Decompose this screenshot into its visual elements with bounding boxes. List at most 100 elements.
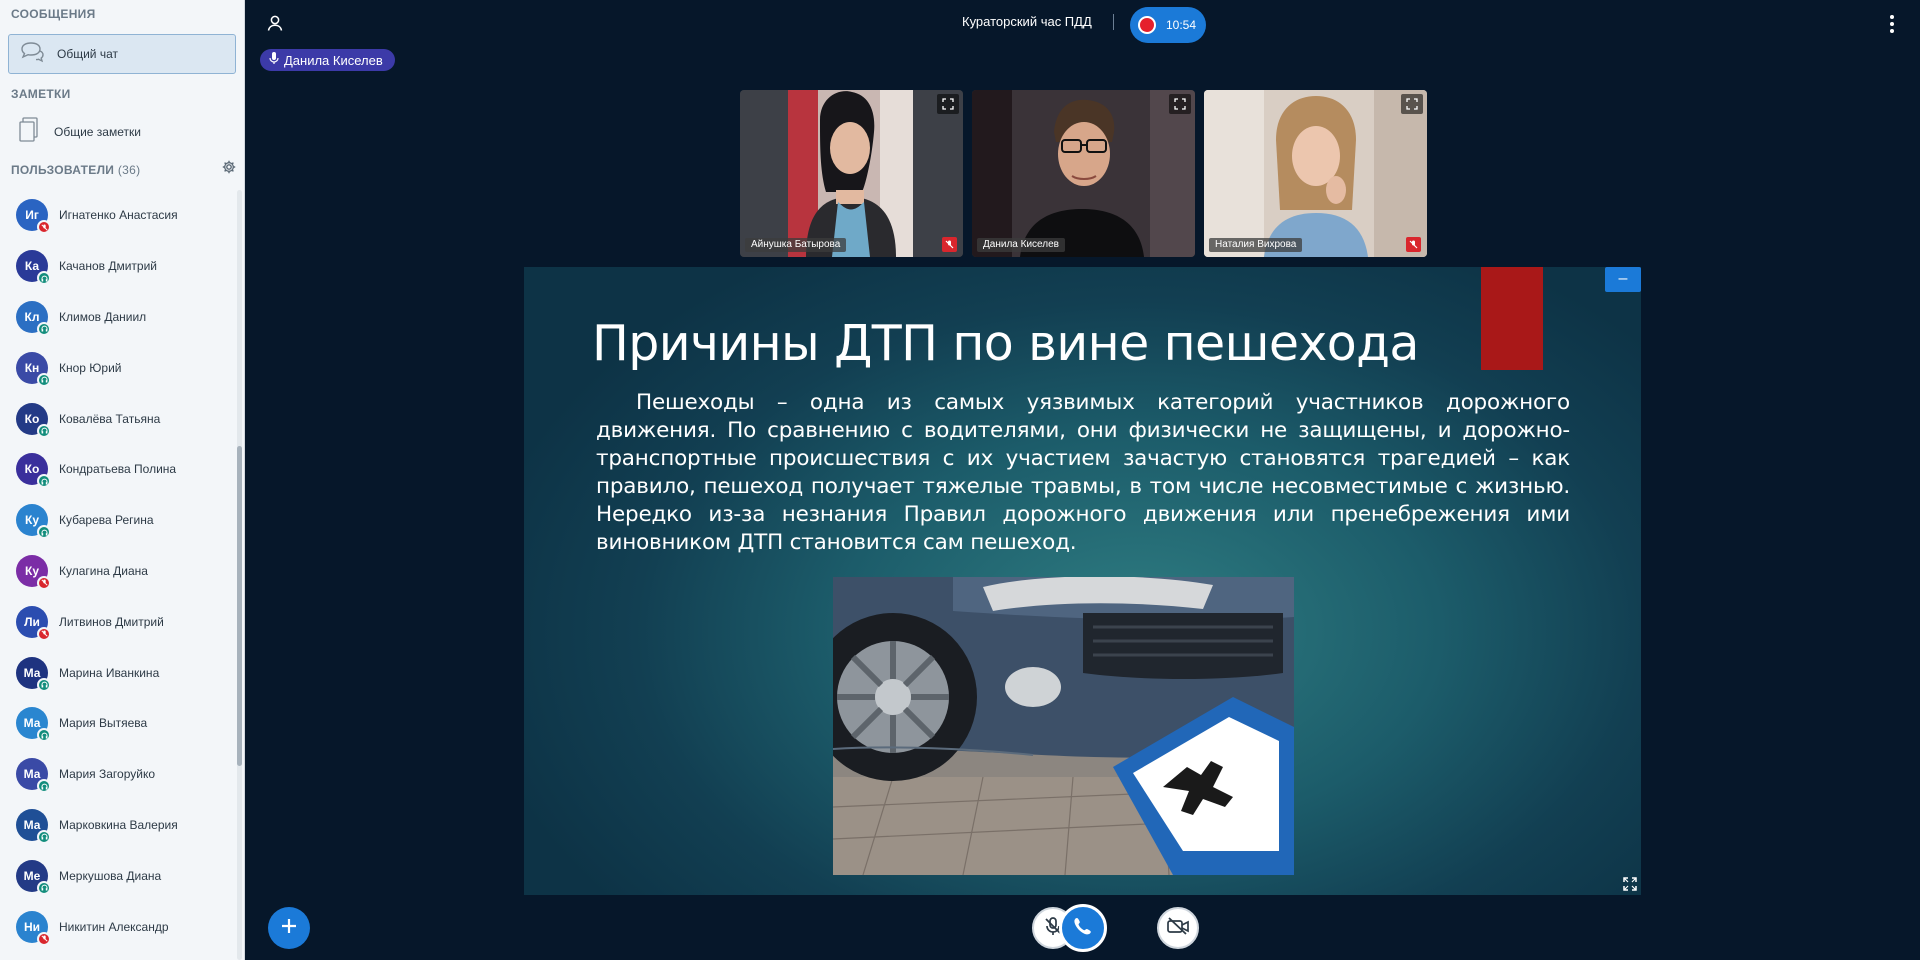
presentation-slide: Причины ДТП по вине пешехода Пешеходы – … [524, 267, 1641, 895]
user-list-item[interactable]: Ни Никитин Александр [0, 901, 237, 952]
users-section-header: ПОЛЬЗОВАТЕЛИ (36) [0, 156, 244, 184]
user-name: Игнатенко Анастасия [59, 208, 178, 223]
talking-user-name: Данила Киселев [284, 52, 383, 68]
user-list: Иг Игнатенко Анастасия Ка Качанов Дмитрий Кл… [0, 190, 237, 952]
user-avatar: Ку [16, 554, 51, 590]
user-avatar: Иг [16, 199, 51, 235]
user-name: Качанов Дмитрий [59, 259, 157, 274]
notes-document-icon [18, 116, 40, 148]
video-feed [1204, 90, 1427, 257]
expand-icon[interactable] [937, 94, 959, 114]
camera-off-icon [1166, 916, 1190, 941]
headphones-icon [37, 423, 51, 438]
video-user-name[interactable]: Данила Киселев [977, 238, 1065, 252]
user-avatar: Ни [16, 910, 51, 946]
slide-title: Причины ДТП по вине пешехода [592, 315, 1419, 372]
minimize-presentation-button[interactable]: – [1605, 267, 1641, 292]
chat-bubble-icon [19, 41, 45, 68]
public-chat-label: Общий чат [57, 47, 118, 61]
user-name: Кулагина Диана [59, 563, 148, 578]
user-name: Кубарева Регина [59, 513, 154, 528]
more-options-icon[interactable] [1889, 14, 1895, 39]
video-tile[interactable]: Данила Киселев [972, 90, 1195, 257]
title-separator [1113, 14, 1114, 30]
shared-notes-label: Общие заметки [54, 125, 141, 139]
user-list-scrollbar[interactable] [237, 190, 242, 960]
user-list-item[interactable]: Иг Игнатенко Анастасия [0, 190, 237, 241]
expand-icon[interactable] [1169, 94, 1191, 114]
user-avatar: Ко [16, 402, 51, 438]
recording-time: 10:54 [1166, 18, 1197, 32]
scrollbar-thumb[interactable] [237, 446, 242, 766]
slide-photo-car-accident [833, 577, 1294, 875]
user-avatar: Ли [16, 605, 51, 641]
share-webcam-button[interactable] [1157, 907, 1199, 949]
user-toggle-icon[interactable] [266, 14, 284, 37]
actions-button[interactable] [268, 907, 310, 949]
video-feed [972, 90, 1195, 257]
video-user-name[interactable]: Наталия Вихрова [1209, 238, 1303, 252]
user-list-item[interactable]: Ку Кубарева Регина [0, 495, 237, 546]
user-name: Кнор Юрий [59, 360, 122, 375]
user-name: Литвинов Дмитрий [59, 614, 164, 629]
user-avatar: Ку [16, 504, 51, 540]
user-name: Кондратьева Полина [59, 462, 177, 477]
user-list-item[interactable]: Ме Меркушова Диана [0, 850, 237, 901]
user-avatar: Кл [16, 300, 51, 336]
public-chat-item[interactable]: Общий чат [8, 34, 236, 74]
video-user-name[interactable]: Айнушка Батырова [745, 238, 847, 252]
muted-mic-icon [37, 575, 51, 590]
recording-indicator[interactable]: 10:54 [1130, 7, 1206, 43]
slide-body-text: Пешеходы – одна из самых уязвимых катего… [596, 390, 1570, 555]
user-name: Ковалёва Татьяна [59, 411, 161, 426]
user-list-item[interactable]: Ма Мария Загоруйко [0, 749, 237, 800]
user-list-item[interactable]: Ма Марковкина Валерия [0, 800, 237, 851]
muted-mic-icon [37, 626, 51, 641]
user-avatar: Ка [16, 250, 51, 286]
talking-indicator[interactable]: Данила Киселев [260, 49, 395, 71]
user-name: Климов Даниил [59, 309, 147, 324]
video-tile[interactable]: Наталия Вихрова [1204, 90, 1427, 257]
user-avatar: Кн [16, 351, 51, 387]
headphones-icon [37, 372, 51, 387]
headphones-icon [37, 677, 51, 692]
user-avatar: Ко [16, 453, 51, 489]
leave-audio-button[interactable] [1059, 904, 1107, 952]
user-list-item[interactable]: Ли Литвинов Дмитрий [0, 596, 237, 647]
user-list-item[interactable]: Ка Качанов Дмитрий [0, 241, 237, 292]
user-list-item[interactable]: Ку Кулагина Диана [0, 546, 237, 597]
video-feed [740, 90, 963, 257]
user-list-item[interactable]: Кн Кнор Юрий [0, 342, 237, 393]
headphones-icon [37, 880, 51, 895]
users-title: ПОЛЬЗОВАТЕЛИ (36) [11, 163, 141, 177]
user-list-item[interactable]: Ко Ковалёва Татьяна [0, 393, 237, 444]
fullscreen-icon[interactable] [1620, 874, 1640, 894]
record-dot-icon [1138, 16, 1156, 34]
muted-mic-icon [37, 931, 51, 946]
headphones-icon [37, 525, 51, 540]
user-list-panel: СООБЩЕНИЯ Общий чат ЗАМЕТКИ Общие заметк… [0, 0, 245, 960]
headphones-icon [37, 271, 51, 286]
user-list-item[interactable]: Ма Мария Вытяева [0, 698, 237, 749]
shared-notes-item[interactable]: Общие заметки [0, 110, 244, 154]
user-avatar: Ма [16, 656, 51, 692]
user-list-item[interactable]: Ма Марина Иванкина [0, 647, 237, 698]
muted-mic-icon [37, 220, 51, 235]
headphones-icon [37, 728, 51, 743]
user-list-item[interactable]: Кл Климов Даниил [0, 292, 237, 343]
headphones-icon [37, 321, 51, 336]
user-list-item[interactable]: Ко Кондратьева Полина [0, 444, 237, 495]
video-tile[interactable]: Айнушка Батырова [740, 90, 963, 257]
meeting-title: Кураторский час ПДД [962, 14, 1092, 29]
gear-icon[interactable] [222, 156, 236, 184]
user-name: Марковкина Валерия [59, 817, 178, 832]
user-avatar: Ма [16, 758, 51, 794]
user-name: Мария Вытяева [59, 716, 148, 731]
user-name: Меркушова Диана [59, 868, 162, 883]
user-name: Марина Иванкина [59, 665, 160, 680]
expand-icon[interactable] [1401, 94, 1423, 114]
user-avatar: Ма [16, 808, 51, 844]
headphones-icon [37, 474, 51, 489]
user-avatar: Ме [16, 859, 51, 895]
headphones-icon [37, 779, 51, 794]
